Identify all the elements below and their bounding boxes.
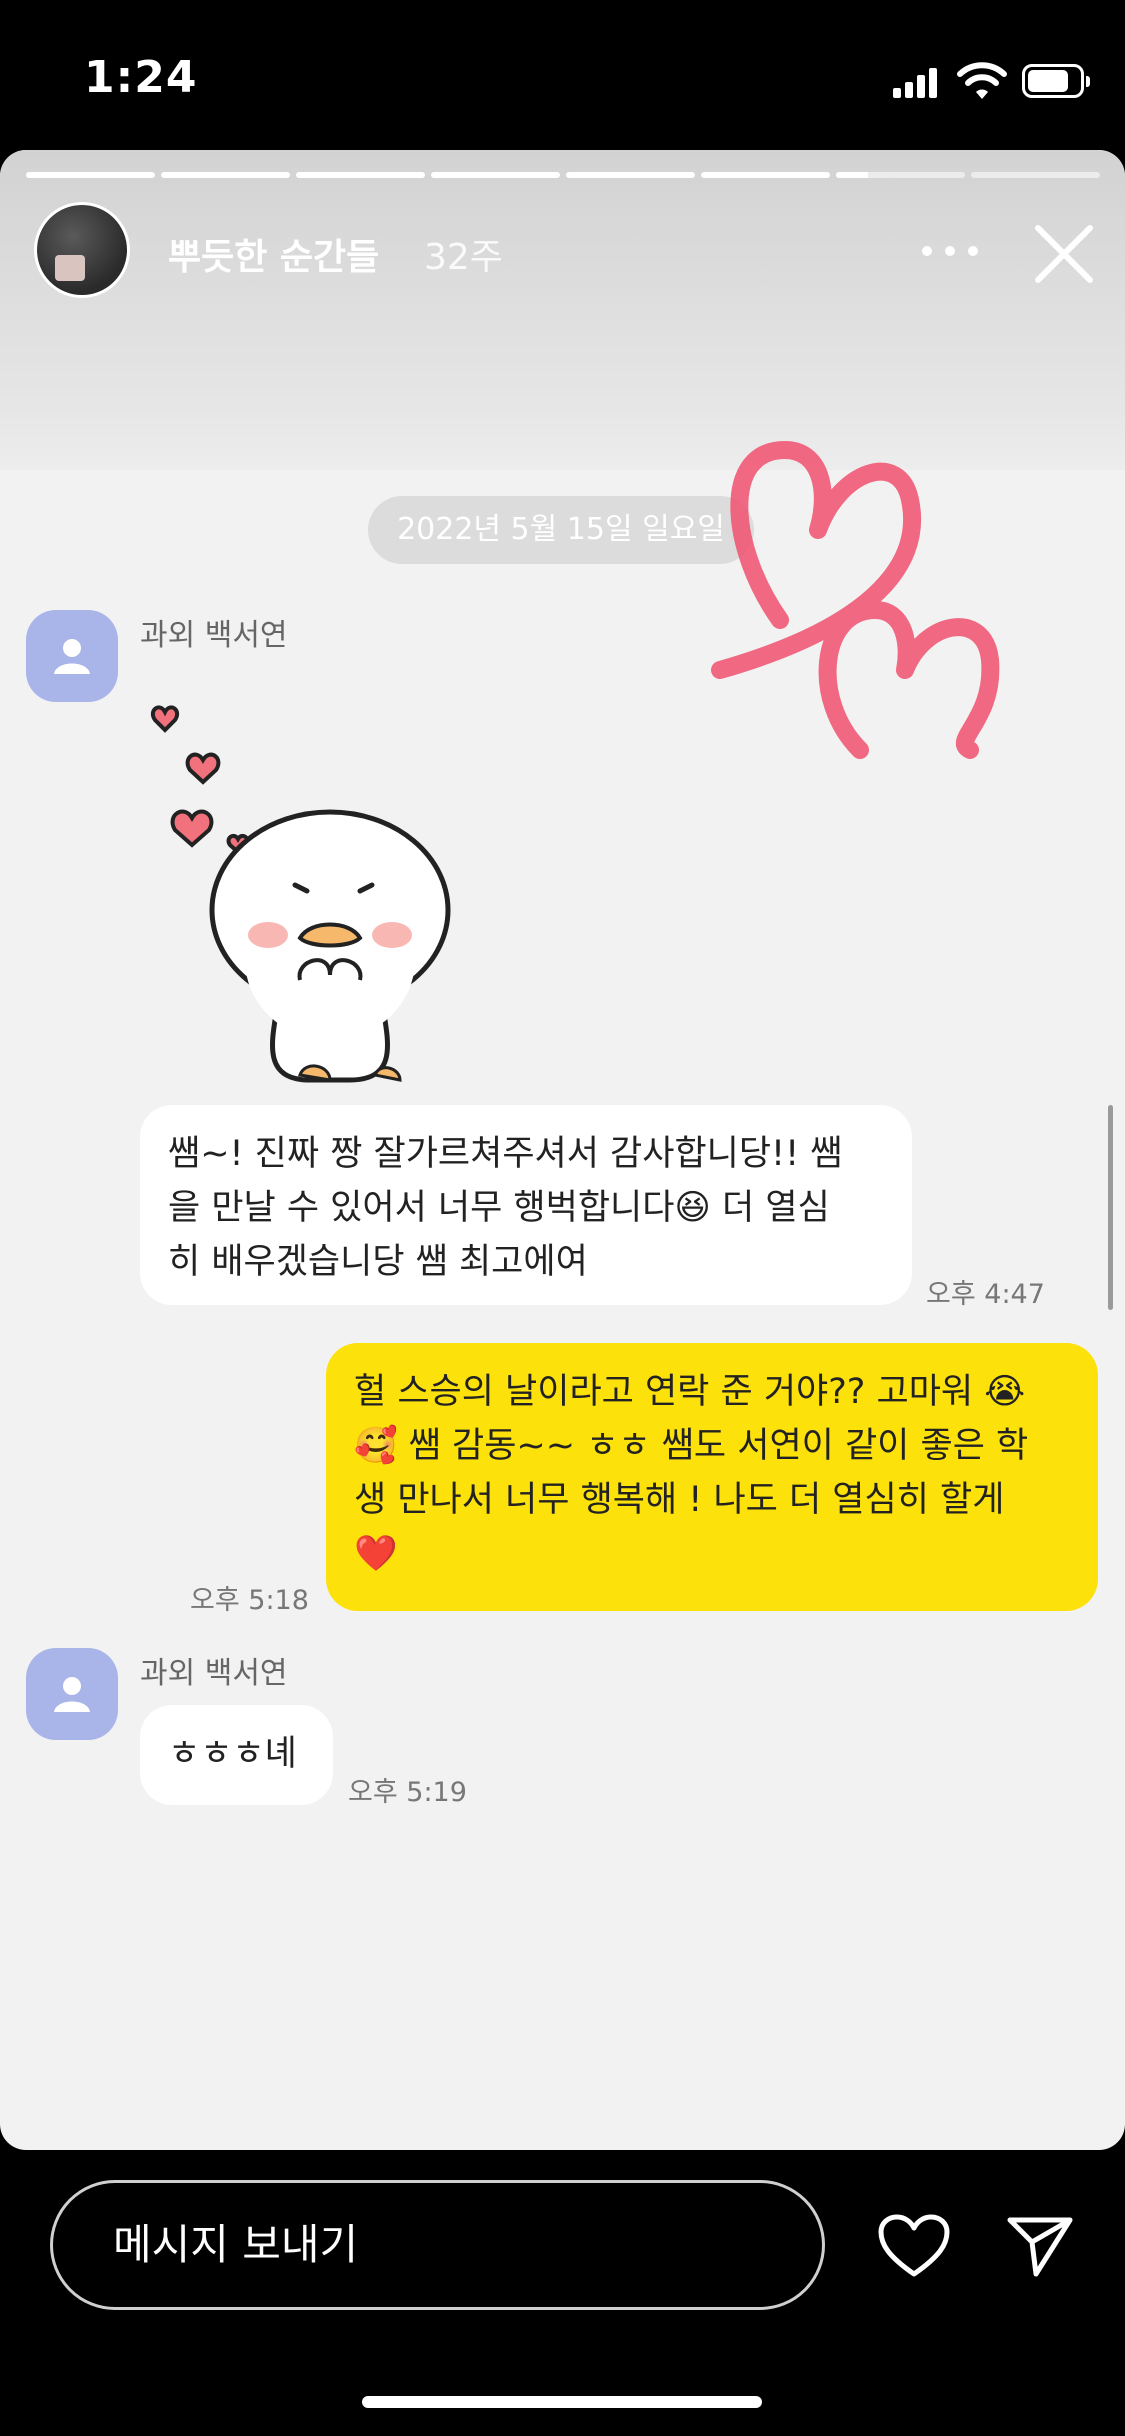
progress-segment xyxy=(566,172,695,178)
story-progress-bar xyxy=(26,172,1100,178)
date-divider: 2022년 5월 15일 일요일 xyxy=(368,496,754,564)
person-icon xyxy=(54,1677,90,1712)
status-bar: 1:24 xyxy=(0,0,1125,150)
progress-segment xyxy=(296,172,425,178)
heart-icon[interactable] xyxy=(878,2214,950,2278)
message-bubble-outgoing[interactable]: 헐 스승의 날이라고 연락 준 거야?? 고마워 😭 🥰 쌤 감동~~ ㅎㅎ 쌤… xyxy=(326,1343,1098,1611)
sender-avatar[interactable] xyxy=(26,610,118,702)
sender-name: 과외 백서연 xyxy=(140,618,288,653)
sender-avatar[interactable] xyxy=(26,1648,118,1740)
battery-icon xyxy=(1022,64,1090,98)
person-icon xyxy=(54,639,90,674)
send-icon[interactable] xyxy=(1006,2214,1074,2278)
story-header: 뿌듯한 순간들 32주 xyxy=(34,202,1094,302)
more-icon[interactable] xyxy=(922,246,978,258)
message-time: 오후 5:18 xyxy=(190,1585,309,1616)
progress-segment xyxy=(161,172,290,178)
story-avatar[interactable] xyxy=(34,202,130,298)
story-age: 32주 xyxy=(424,237,503,278)
story-name[interactable]: 뿌듯한 순간들 xyxy=(168,228,379,280)
sender-name: 과외 백서연 xyxy=(140,1656,288,1691)
story-viewer[interactable]: 뿌듯한 순간들 32주 2022년 5월 15일 일요일 과외 백서연 쌤~! … xyxy=(0,150,1125,2150)
progress-segment-current xyxy=(836,172,965,178)
progress-segment xyxy=(971,172,1100,178)
heart-doodle-drawing xyxy=(711,441,1000,759)
progress-segment xyxy=(431,172,560,178)
message-time: 오후 5:19 xyxy=(348,1777,467,1808)
home-indicator[interactable] xyxy=(362,2396,762,2408)
message-input[interactable]: 메시지 보내기 xyxy=(50,2180,825,2310)
message-bubble-incoming[interactable]: 쌤~! 진짜 짱 잘가르쳐주셔서 감사합니당!! 쌤 을 만날 수 있어서 너무… xyxy=(140,1105,912,1305)
chat-scrollbar[interactable] xyxy=(1108,1105,1113,1310)
wifi-icon xyxy=(957,62,1007,99)
status-time: 1:24 xyxy=(84,52,198,103)
progress-segment xyxy=(701,172,830,178)
cellular-signal-icon xyxy=(893,68,937,98)
close-icon[interactable] xyxy=(1032,222,1096,286)
message-time: 오후 4:47 xyxy=(926,1279,1045,1310)
progress-segment xyxy=(26,172,155,178)
message-bubble-incoming[interactable]: ㅎㅎㅎ녜 xyxy=(140,1705,333,1805)
duck-sticker[interactable] xyxy=(130,680,550,1090)
